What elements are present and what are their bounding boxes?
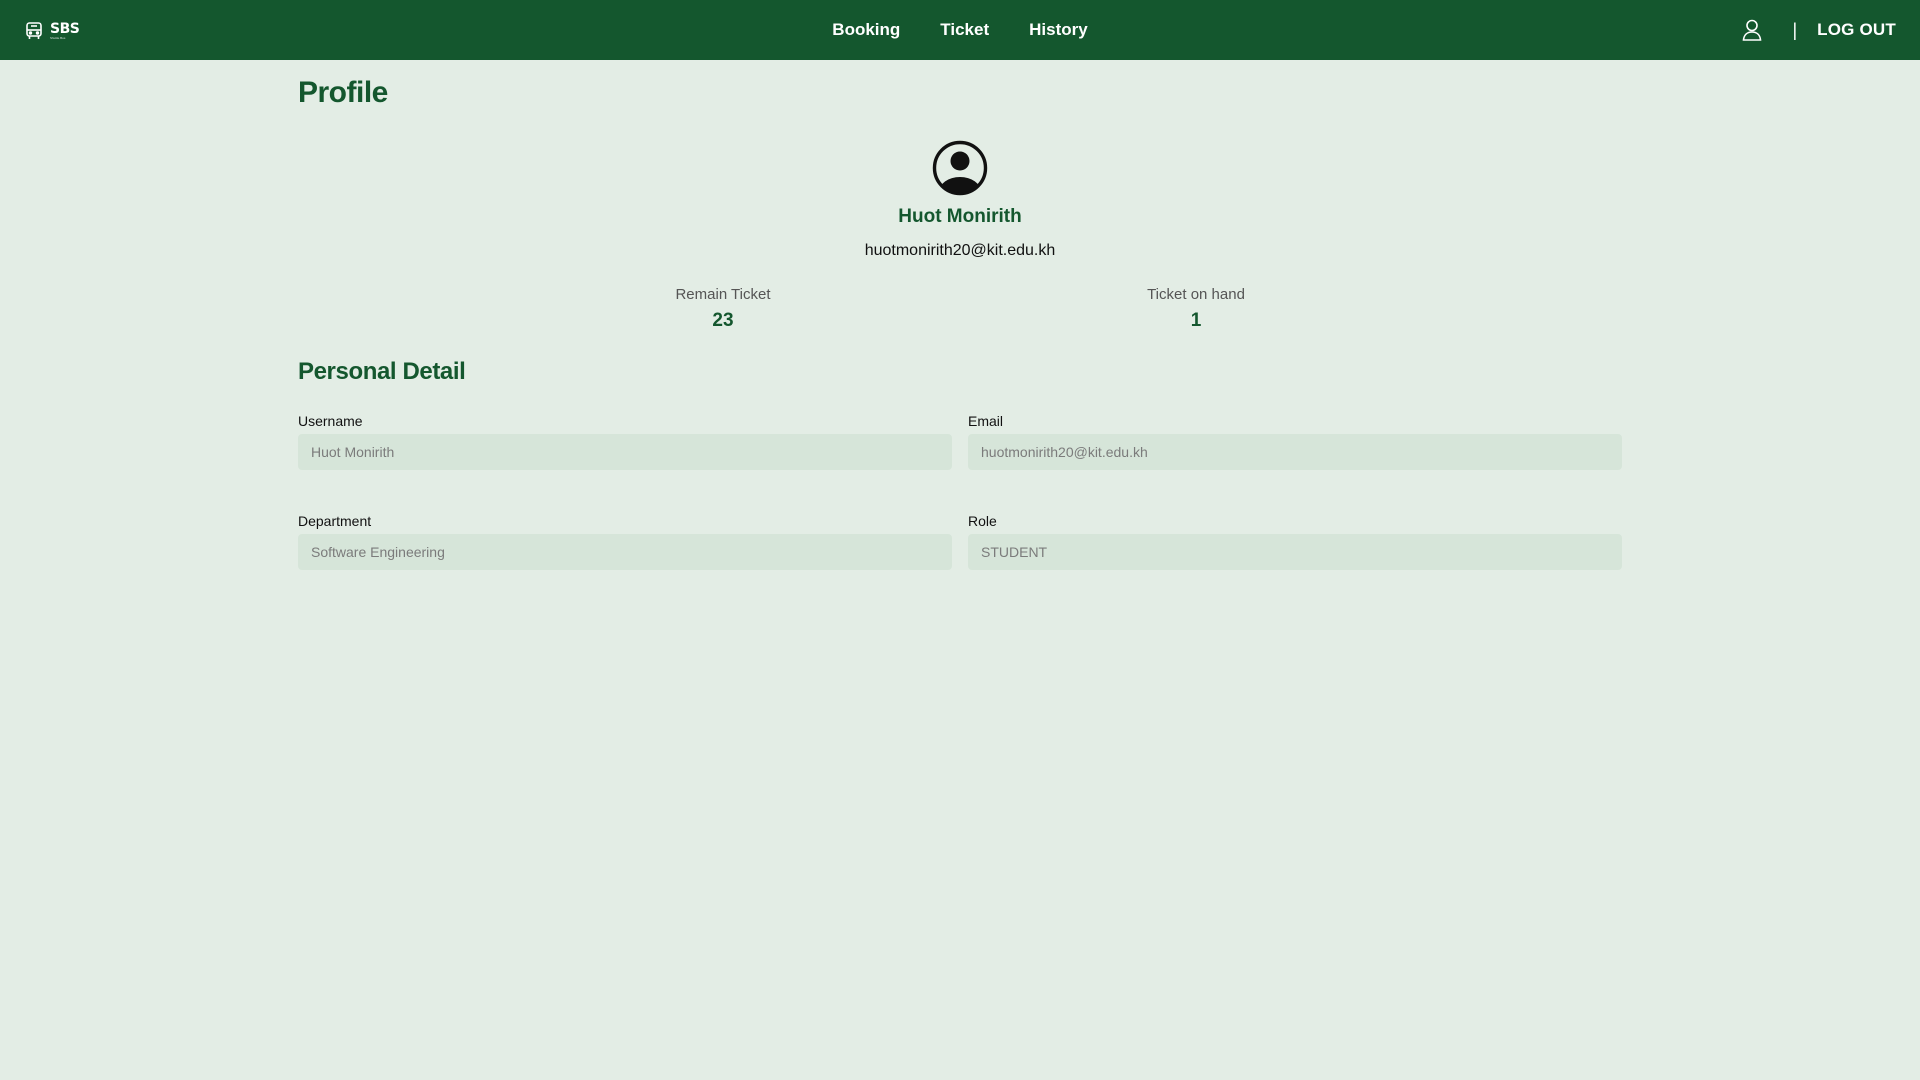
logo-text: SBS Shuttle Bus: [50, 21, 80, 40]
role-field[interactable]: [968, 534, 1622, 570]
header-actions: | LOG OUT: [1742, 0, 1896, 60]
role-label: Role: [968, 513, 997, 529]
ticket-on-hand-stat: Ticket on hand 1: [1076, 286, 1316, 332]
top-navbar: SBS Shuttle Bus Booking Ticket History |…: [0, 0, 1920, 60]
nav-history[interactable]: History: [1029, 20, 1088, 40]
user-icon[interactable]: [1742, 19, 1762, 41]
department-field-group: Department: [298, 513, 952, 570]
email-label: Email: [968, 413, 1004, 429]
profile-email: huotmonirith20@kit.edu.kh: [864, 242, 1056, 259]
main-nav: Booking Ticket History: [0, 0, 1920, 60]
remain-ticket-stat: Remain Ticket 23: [603, 286, 843, 332]
profile-name: Huot Monirith: [898, 206, 1022, 227]
department-field[interactable]: [298, 534, 952, 570]
user-circle-icon: [932, 140, 988, 196]
header-separator: |: [1792, 19, 1798, 40]
stat-label: Remain Ticket: [675, 286, 771, 303]
nav-ticket[interactable]: Ticket: [940, 20, 989, 40]
section-title-personal-detail: Personal Detail: [298, 358, 466, 385]
stat-label: Ticket on hand: [1147, 286, 1245, 303]
email-field-group: Email: [968, 413, 1622, 470]
stat-value: 1: [1190, 310, 1202, 331]
page-title: Profile: [298, 76, 388, 109]
sbs-logo[interactable]: SBS Shuttle Bus: [24, 20, 80, 42]
department-label: Department: [298, 513, 372, 529]
logout-button[interactable]: LOG OUT: [1817, 20, 1896, 40]
bus-icon: [26, 22, 42, 39]
email-field[interactable]: [968, 434, 1622, 470]
stat-value: 23: [712, 310, 734, 331]
username-field-group: Username: [298, 413, 952, 470]
logo-title: SBS: [50, 21, 80, 37]
logo-subtitle: Shuttle Bus: [50, 36, 66, 40]
nav-booking[interactable]: Booking: [832, 20, 900, 40]
username-label: Username: [298, 413, 363, 429]
role-field-group: Role: [968, 513, 1622, 570]
username-field[interactable]: [298, 434, 952, 470]
